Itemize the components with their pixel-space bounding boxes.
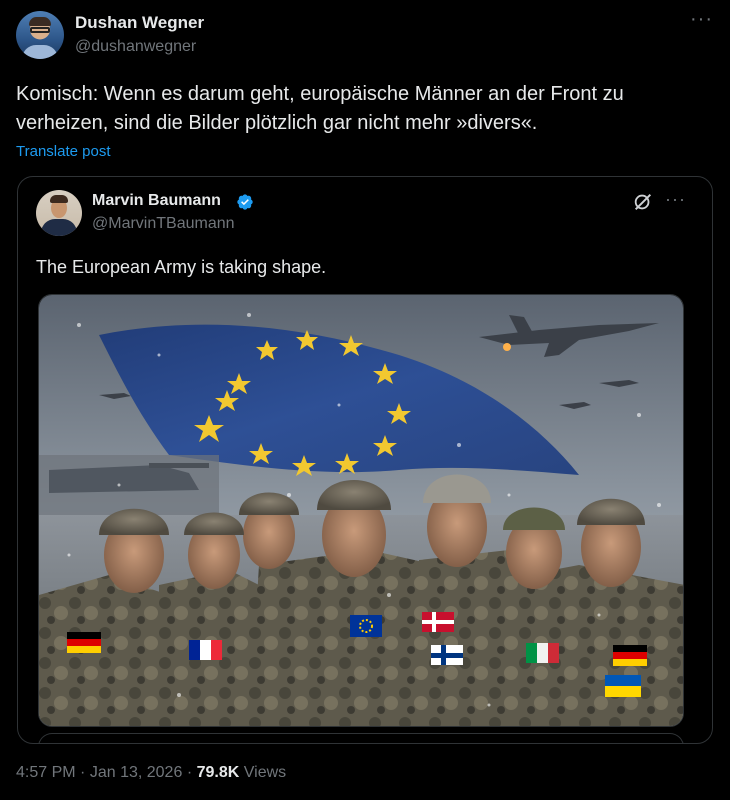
quoted-author-handle[interactable]: @MarvinTBaumann [92, 215, 235, 233]
author-name[interactable]: Dushan Wegner [75, 13, 204, 33]
quoted-post-text: The European Army is taking shape. [36, 257, 327, 277]
more-options-icon[interactable]: ··· [690, 8, 713, 31]
meta-separator: · [80, 764, 86, 781]
quoted-post[interactable]: Marvin Baumann @MarvinTBaumann ··· The E… [17, 176, 713, 744]
author-avatar[interactable] [16, 11, 64, 59]
post-date[interactable]: Jan 13, 2026 [90, 764, 183, 781]
author-handle[interactable]: @dushanwegner [75, 38, 196, 56]
quoted-more-options-icon[interactable]: ··· [665, 189, 686, 210]
verified-badge-icon [237, 194, 253, 210]
views-count: 79.8K [196, 764, 240, 781]
meta-separator-2: · [186, 764, 193, 781]
quoted-post-card-edge [38, 733, 684, 743]
soldiers-eu-flag-image [39, 295, 683, 726]
post-text-line-1: Komisch: Wenn es darum geht, europäische… [16, 83, 624, 105]
post-metadata: 4:57 PM · Jan 13, 2026 · 79.8K Views [16, 764, 286, 782]
quoted-post-image[interactable] [38, 294, 684, 727]
post-text-line-2: verheizen, sind die Bilder plötzlich gar… [16, 112, 538, 134]
post-time[interactable]: 4:57 PM [16, 764, 76, 781]
quoted-author-name[interactable]: Marvin Baumann [92, 192, 221, 210]
quoted-author-avatar[interactable] [36, 190, 82, 236]
post-text: Komisch: Wenn es darum geht, europäische… [16, 80, 706, 138]
tweet: Dushan Wegner @dushanwegner ··· Komisch:… [0, 0, 730, 800]
translate-post-link[interactable]: Translate post [16, 143, 111, 160]
views-label: Views [243, 764, 287, 781]
grok-icon[interactable] [632, 191, 654, 213]
